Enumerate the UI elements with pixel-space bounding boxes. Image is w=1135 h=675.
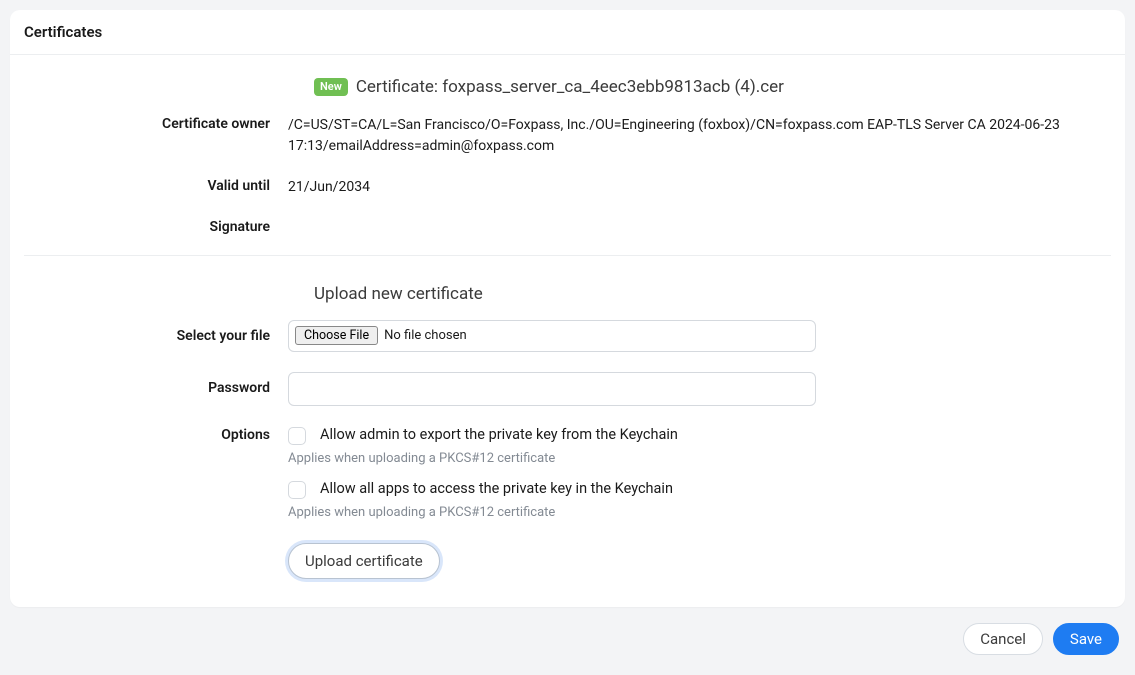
choose-file-button[interactable]: Choose File (295, 326, 378, 345)
valid-until-label: Valid until (24, 177, 288, 194)
certificate-title: Certificate: foxpass_server_ca_4eec3ebb9… (356, 77, 784, 97)
upload-certificate-button[interactable]: Upload certificate (288, 543, 440, 579)
upload-section-title: Upload new certificate (314, 284, 1111, 304)
upload-section: Upload new certificate Select your file … (24, 256, 1111, 579)
options-row: Options Allow admin to export the privat… (24, 426, 1111, 579)
panel-content: New Certificate: foxpass_server_ca_4eec3… (10, 55, 1125, 607)
allow-all-apps-checkbox[interactable] (288, 481, 306, 499)
signature-label: Signature (24, 218, 288, 235)
allow-admin-export-label[interactable]: Allow admin to export the private key fr… (320, 426, 678, 445)
certificates-panel: Certificates New Certificate: foxpass_se… (10, 10, 1125, 607)
options-label: Options (24, 426, 288, 443)
options-group: Allow admin to export the private key fr… (288, 426, 1068, 579)
password-row: Password (24, 372, 1111, 406)
certificate-info-section: New Certificate: foxpass_server_ca_4eec3… (24, 55, 1111, 256)
allow-admin-export-hint: Applies when uploading a PKCS#12 certifi… (288, 449, 1068, 469)
certificate-owner-label: Certificate owner (24, 115, 288, 132)
certificate-owner-value: /C=US/ST=CA/L=San Francisco/O=Foxpass, I… (288, 115, 1068, 157)
new-badge: New (314, 78, 348, 96)
select-file-label: Select your file (24, 320, 288, 344)
save-button[interactable]: Save (1053, 623, 1119, 655)
valid-until-row: Valid until 21/Jun/2034 (24, 177, 1111, 198)
certificate-owner-row: Certificate owner /C=US/ST=CA/L=San Fran… (24, 115, 1111, 157)
cancel-button[interactable]: Cancel (963, 623, 1043, 655)
select-file-row: Select your file Choose File No file cho… (24, 320, 1111, 352)
file-status-text: No file chosen (384, 326, 467, 346)
valid-until-value: 21/Jun/2034 (288, 177, 1068, 198)
file-input[interactable]: Choose File No file chosen (288, 320, 816, 352)
footer-actions: Cancel Save (10, 607, 1125, 655)
allow-all-apps-hint: Applies when uploading a PKCS#12 certifi… (288, 503, 1068, 523)
allow-admin-export-row: Allow admin to export the private key fr… (288, 426, 1068, 445)
certificate-title-row: New Certificate: foxpass_server_ca_4eec3… (314, 77, 1111, 97)
password-input[interactable] (288, 372, 816, 406)
password-label: Password (24, 372, 288, 396)
signature-row: Signature (24, 218, 1111, 235)
panel-title: Certificates (24, 23, 1111, 41)
allow-admin-export-checkbox[interactable] (288, 427, 306, 445)
select-file-control: Choose File No file chosen (288, 320, 1068, 352)
allow-all-apps-row: Allow all apps to access the private key… (288, 480, 1068, 499)
allow-all-apps-label[interactable]: Allow all apps to access the private key… (320, 480, 673, 499)
panel-header: Certificates (10, 10, 1125, 55)
password-control (288, 372, 1068, 406)
